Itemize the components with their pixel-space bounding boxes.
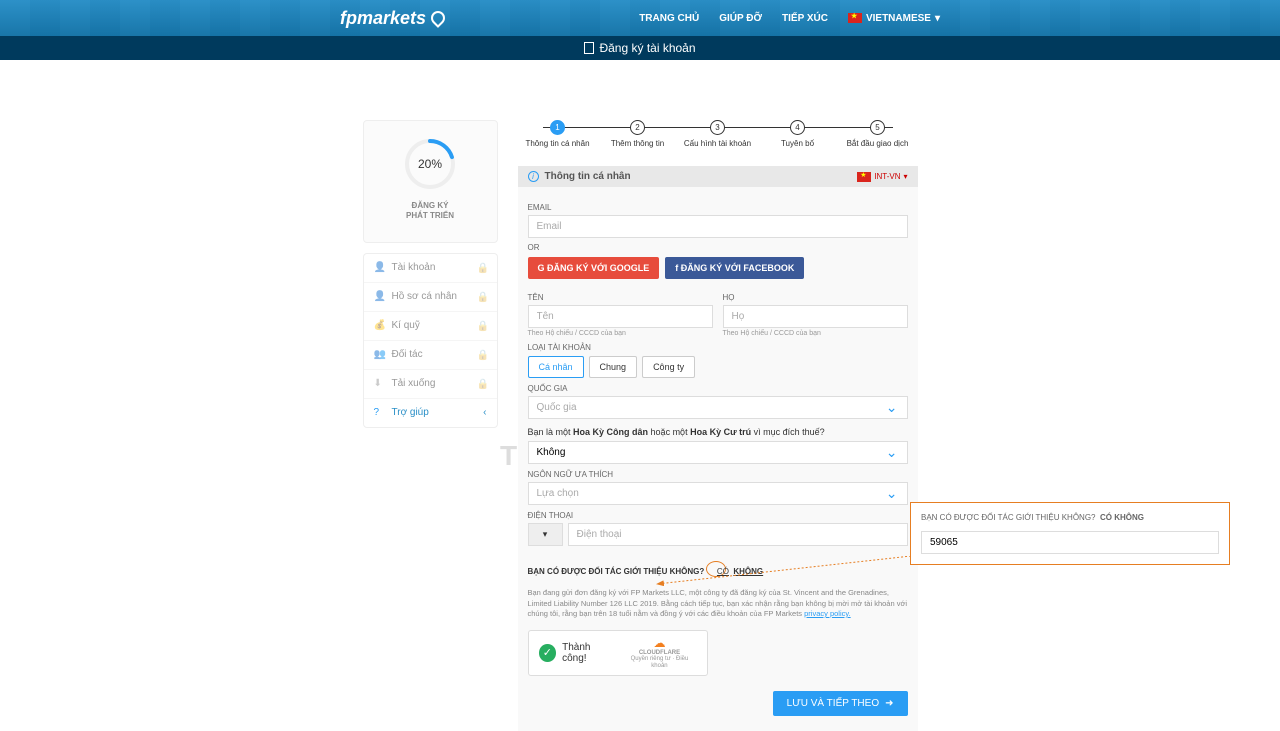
callout-question: BẠN CÓ ĐƯỢC ĐỐI TÁC GIỚI THIỆU KHÔNG? CÓ…	[921, 513, 1219, 522]
chevron-left-icon: ‹	[483, 407, 486, 418]
referral-no-link[interactable]: KHÔNG	[733, 567, 763, 576]
firstname-input[interactable]	[528, 305, 713, 328]
arrow-right-icon: ➜	[885, 698, 893, 709]
progress-label: ĐĂNG KÝ PHÁT TRIỂN	[374, 201, 487, 222]
nav-help[interactable]: GIÚP ĐỠ	[719, 13, 762, 24]
account-type-tabs: Cá nhân Chung Công ty	[528, 356, 908, 378]
top-nav: TRANG CHỦ GIÚP ĐỠ TIẾP XÚC VIETNAMESE ▾	[639, 13, 940, 24]
lock-icon: 🔒	[477, 379, 487, 389]
flag-icon	[857, 172, 871, 182]
check-icon: ✓	[539, 644, 557, 662]
referral-yes-link[interactable]: CÓ	[717, 567, 729, 576]
chevron-down-icon: ▾	[935, 13, 940, 24]
save-continue-button[interactable]: LƯU VÀ TIẾP THEO ➜	[773, 691, 908, 716]
disclaimer-text: Bạn đang gửi đơn đăng ký với FP Markets …	[528, 588, 908, 620]
country-select[interactable]	[528, 396, 908, 419]
step-4[interactable]: 4Tuyên bố	[758, 120, 838, 148]
sidebar: 20% ĐĂNG KÝ PHÁT TRIỂN 👤 Tài khoản 🔒 👤 H…	[363, 120, 498, 731]
chevron-down-icon: ▾	[903, 172, 907, 181]
step-2[interactable]: 2Thêm thông tin	[598, 120, 678, 148]
firstname-label: TÊN	[528, 293, 713, 302]
step-5[interactable]: 5Bắt đầu giao dịch	[838, 120, 918, 148]
nav-home[interactable]: TRANG CHỦ	[639, 13, 699, 24]
sidebar-item-partner[interactable]: 👥 Đối tác 🔒	[364, 341, 497, 370]
sidebar-menu: 👤 Tài khoản 🔒 👤 Hồ sơ cá nhân 🔒 💰 Kí quỹ…	[363, 253, 498, 428]
user-icon: 👤	[374, 262, 386, 274]
sidebar-item-download[interactable]: ⬇ Tải xuống 🔒	[364, 370, 497, 399]
profile-icon: 👤	[374, 291, 386, 303]
sidebar-item-profile[interactable]: 👤 Hồ sơ cá nhân 🔒	[364, 283, 497, 312]
tab-joint[interactable]: Chung	[589, 356, 638, 378]
language-select[interactable]	[528, 482, 908, 505]
flag-icon	[848, 13, 862, 23]
main-content: 1Thông tin cá nhân 2Thêm thông tin 3Cấu …	[518, 120, 918, 731]
lock-icon: 🔒	[477, 263, 487, 273]
facebook-signup-button[interactable]: f ĐĂNG KÝ VỚI FACEBOOK	[665, 257, 804, 279]
progress-ring: 20%	[403, 136, 458, 191]
sidebar-item-deposit[interactable]: 💰 Kí quỹ 🔒	[364, 312, 497, 341]
sidebar-item-account[interactable]: 👤 Tài khoản 🔒	[364, 254, 497, 283]
lastname-label: HỌ	[723, 293, 908, 302]
language-label: NGÔN NGỮ ƯA THÍCH	[528, 470, 908, 479]
progress-card: 20% ĐĂNG KÝ PHÁT TRIỂN	[363, 120, 498, 243]
google-signup-button[interactable]: G ĐĂNG KÝ VỚI GOOGLE	[528, 257, 660, 279]
lock-icon: 🔒	[477, 321, 487, 331]
help-icon: ?	[374, 407, 386, 419]
panel-title: Thông tin cá nhân	[545, 171, 631, 182]
referral-code-input[interactable]	[921, 531, 1219, 554]
region-selector[interactable]: INT-VN ▾	[857, 172, 907, 182]
email-label: EMAIL	[528, 203, 908, 212]
info-icon: i	[528, 171, 539, 182]
language-selector[interactable]: VIETNAMESE ▾	[848, 13, 940, 24]
logo-icon	[428, 8, 448, 28]
wallet-icon: 💰	[374, 320, 386, 332]
logo: fpmarkets	[340, 8, 445, 29]
sidebar-item-help[interactable]: ? Trợ giúp ‹	[364, 399, 497, 427]
subheader: Đăng ký tài khoản	[0, 36, 1280, 60]
download-icon: ⬇	[374, 378, 386, 390]
registration-form: EMAIL OR G ĐĂNG KÝ VỚI GOOGLE f ĐĂNG KÝ …	[518, 187, 918, 731]
progress-percent: 20%	[403, 136, 458, 191]
firstname-hint: Theo Hộ chiếu / CCCD của bạn	[528, 330, 713, 337]
email-input[interactable]	[528, 215, 908, 238]
top-header: fpmarkets TRANG CHỦ GIÚP ĐỠ TIẾP XÚC VIE…	[0, 0, 1280, 36]
nav-contact[interactable]: TIẾP XÚC	[782, 13, 828, 24]
step-1[interactable]: 1Thông tin cá nhân	[518, 120, 598, 148]
country-label: QUỐC GIA	[528, 384, 908, 393]
stepper: 1Thông tin cá nhân 2Thêm thông tin 3Cấu …	[518, 120, 918, 148]
account-type-label: LOẠI TÀI KHOẢN	[528, 343, 908, 352]
us-citizen-label: Bạn là một Hoa Kỳ Công dân hoặc một Hoa …	[528, 427, 908, 437]
cloudflare-logo: ☁ CLOUDFLARE Quyền riêng tư · Điều khoản	[622, 637, 696, 670]
captcha-success-text: Thành công!	[562, 642, 616, 664]
google-icon: G	[538, 263, 548, 273]
referral-code-callout: BẠN CÓ ĐƯỢC ĐỐI TÁC GIỚI THIỆU KHÔNG? CÓ…	[910, 502, 1230, 565]
document-icon	[584, 42, 594, 54]
cloud-icon: ☁	[622, 637, 696, 650]
phone-input[interactable]	[568, 523, 908, 546]
lock-icon: 🔒	[477, 292, 487, 302]
lock-icon: 🔒	[477, 350, 487, 360]
tab-company[interactable]: Công ty	[642, 356, 695, 378]
phone-label: ĐIỆN THOẠI	[528, 511, 908, 520]
lastname-input[interactable]	[723, 305, 908, 328]
step-3[interactable]: 3Cấu hình tài khoản	[678, 120, 758, 148]
privacy-policy-link[interactable]: privacy policy.	[804, 609, 851, 618]
partner-icon: 👥	[374, 349, 386, 361]
panel-header: i Thông tin cá nhân INT-VN ▾	[518, 166, 918, 187]
lastname-hint: Theo Hộ chiếu / CCCD của bạn	[723, 330, 908, 337]
captcha-widget: ✓ Thành công! ☁ CLOUDFLARE Quyền riêng t…	[528, 630, 708, 677]
phone-country-code[interactable]: ▾	[528, 523, 563, 546]
referral-question: BẠN CÓ ĐƯỢC ĐỐI TÁC GIỚI THIỆU KHÔNG? CÓ…	[528, 558, 908, 576]
or-divider: OR	[528, 243, 908, 252]
tab-individual[interactable]: Cá nhân	[528, 356, 584, 378]
us-citizen-select[interactable]	[528, 441, 908, 464]
